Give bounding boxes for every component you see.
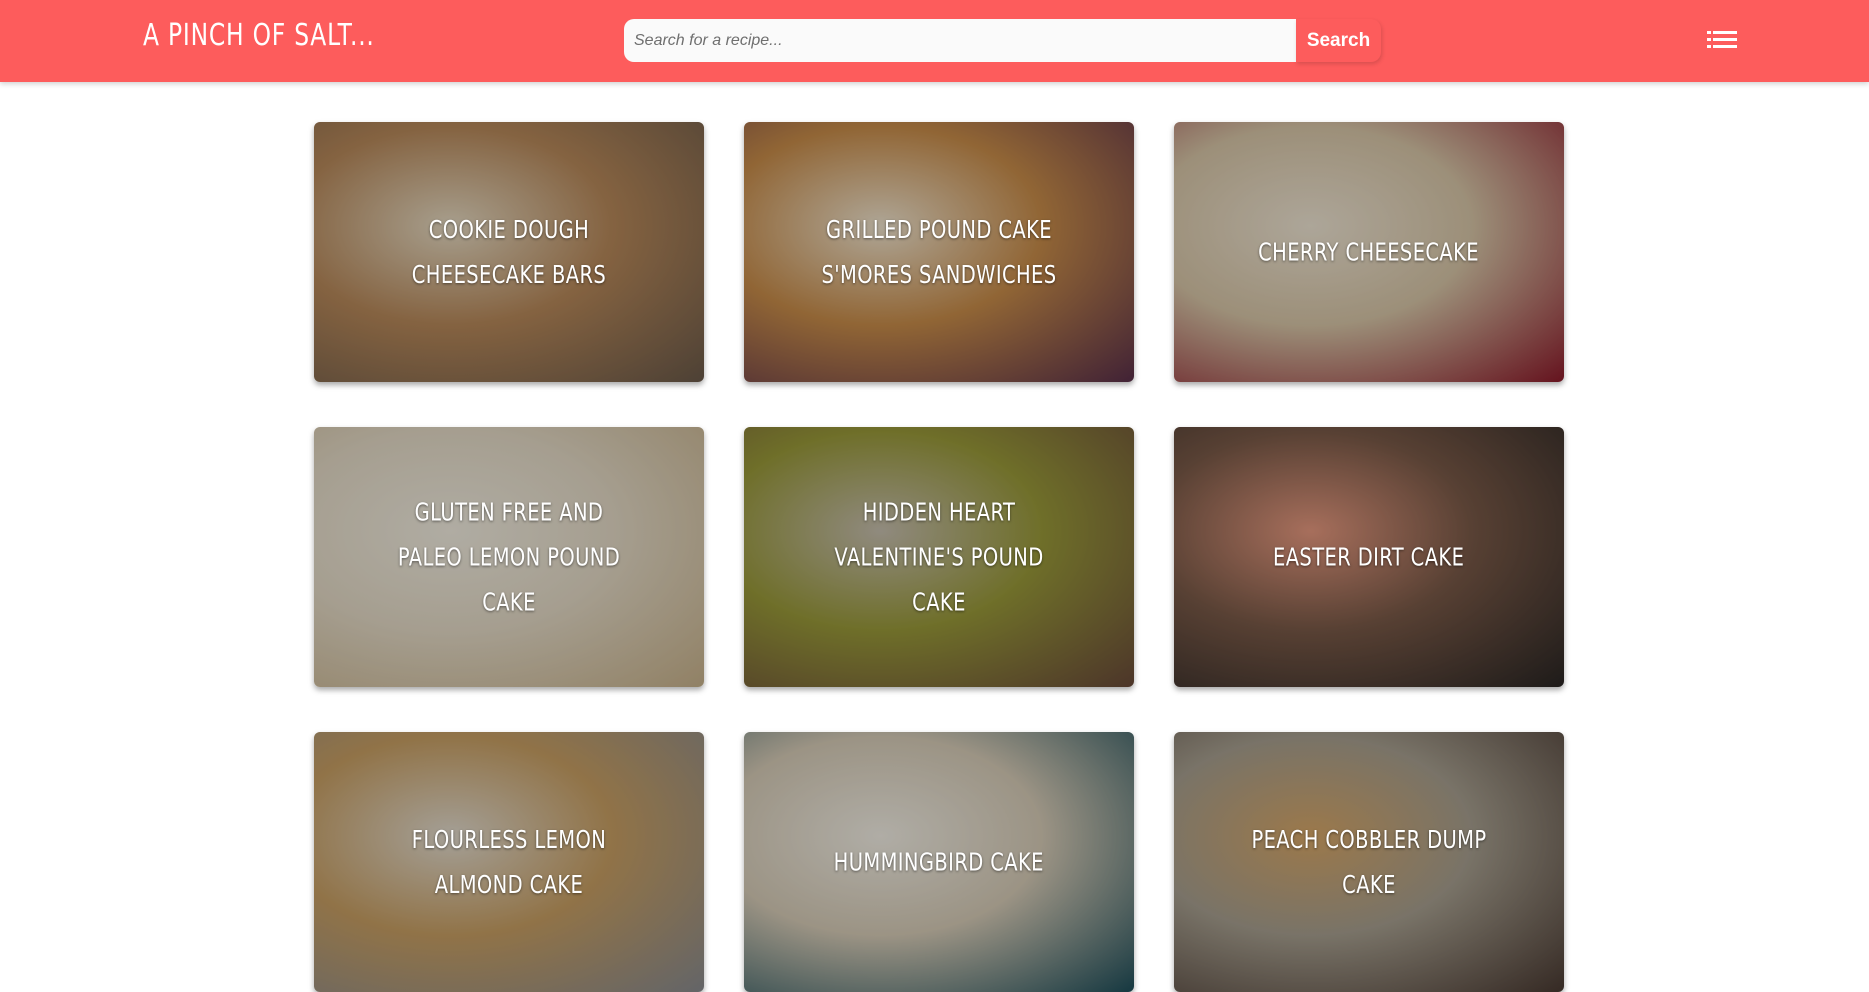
recipe-title: Grilled Pound Cake S'mores Sandwiches [821,215,1057,289]
recipe-card[interactable]: Cookie Dough Cheesecake Bars [314,122,704,382]
recipe-title: Hummingbird Cake [833,847,1045,877]
recipe-title: Cherry Cheesecake [1258,237,1480,267]
recipe-card[interactable]: Peach Cobbler Dump Cake [1174,732,1564,992]
recipe-card[interactable]: Grilled Pound Cake S'mores Sandwiches [744,122,1134,382]
top-navbar: A PINCH OF SALT... Search [0,0,1869,82]
recipe-title: Easter Dirt Cake [1273,542,1465,572]
recipe-card[interactable]: Gluten Free and Paleo Lemon Pound Cake [314,427,704,687]
menu-button[interactable] [1704,26,1740,54]
site-logo[interactable]: A PINCH OF SALT... [143,18,375,53]
recipe-title: Hidden Heart Valentine's Pound Cake [834,497,1044,617]
recipe-card[interactable]: Easter Dirt Cake [1174,427,1564,687]
recipe-title: Peach Cobbler Dump Cake [1251,825,1487,899]
recipe-card[interactable]: Flourless Lemon Almond Cake [314,732,704,992]
recipe-title: Gluten Free and Paleo Lemon Pound Cake [397,497,621,617]
recipe-card[interactable]: Hidden Heart Valentine's Pound Cake [744,427,1134,687]
list-icon [1707,31,1737,48]
recipe-card[interactable]: Hummingbird Cake [744,732,1134,992]
search-input[interactable] [624,19,1296,62]
recipe-title: Flourless Lemon Almond Cake [411,825,607,899]
recipe-title: Cookie Dough Cheesecake Bars [411,215,607,289]
recipe-card[interactable]: Cherry Cheesecake [1174,122,1564,382]
search-form: Search [624,19,1381,62]
search-button[interactable]: Search [1296,19,1381,62]
